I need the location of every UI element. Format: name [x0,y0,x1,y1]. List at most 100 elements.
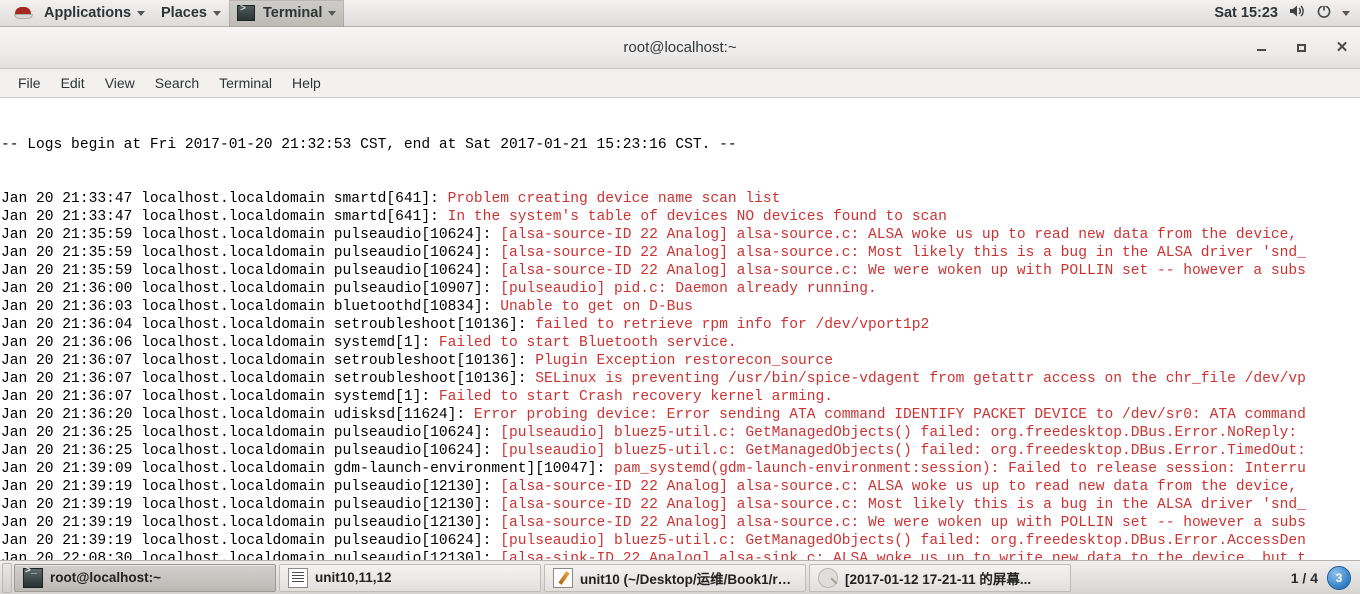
chevron-down-icon[interactable] [1342,10,1350,16]
menu-edit[interactable]: Edit [51,72,95,94]
window-titlebar[interactable]: root@localhost:~ ✕ [0,27,1360,69]
terminal-output[interactable]: -- Logs begin at Fri 2017-01-20 21:32:53… [0,98,1360,561]
taskbar-item-unit10-book[interactable]: unit10 (~/Desktop/运维/Book1/rh... [544,563,806,592]
menu-terminal[interactable]: Terminal [209,72,282,94]
window-title: root@localhost:~ [623,39,737,56]
log-line-prefix: Jan 20 21:36:25 localhost.localdomain pu… [1,443,501,459]
panel-status-area: Sat 15:23 [1214,3,1360,23]
log-line: Jan 20 21:39:09 localhost.localdomain gd… [1,460,1360,478]
workspace-switcher-badge[interactable]: 3 [1328,566,1350,589]
log-line: Jan 20 21:36:07 localhost.localdomain se… [1,352,1360,370]
log-line: Jan 20 21:36:07 localhost.localdomain sy… [1,388,1360,406]
log-line-message: SELinux is preventing /usr/bin/spice-vda… [535,371,1306,387]
taskbar-item-label: [2017-01-12 17-21-11 的屏幕... [845,571,1032,587]
chevron-down-icon [328,10,337,16]
log-line: Jan 20 21:36:25 localhost.localdomain pu… [1,442,1360,460]
log-line-prefix: Jan 20 21:39:19 localhost.localdomain pu… [1,479,501,495]
taskbar-item-unit10-11-12[interactable]: unit10,11,12 [279,563,541,592]
log-line-message: Error probing device: Error sending ATA … [473,407,1306,423]
log-line: Jan 20 21:33:47 localhost.localdomain sm… [1,208,1360,226]
log-line-prefix: Jan 20 21:35:59 localhost.localdomain pu… [1,245,501,261]
log-line-message: [pulseaudio] bluez5-util.c: GetManagedOb… [500,443,1306,459]
log-line-prefix: Jan 20 21:39:19 localhost.localdomain pu… [1,497,501,513]
log-line-message: [alsa-source-ID 22 Analog] alsa-source.c… [500,497,1306,513]
terminal-icon [23,566,43,588]
taskbar: root@localhost:~ unit10,11,12 unit10 (~/… [0,560,1360,594]
log-line: Jan 20 21:36:07 localhost.localdomain se… [1,370,1360,388]
log-line: Jan 20 21:36:04 localhost.localdomain se… [1,316,1360,334]
log-line: Jan 20 21:39:19 localhost.localdomain pu… [1,478,1360,496]
show-desktop-handle[interactable] [2,562,12,593]
log-line-message: In the system's table of devices NO devi… [447,209,947,225]
log-line: Jan 20 21:36:03 localhost.localdomain bl… [1,298,1360,316]
log-line-prefix: Jan 20 21:36:07 localhost.localdomain sy… [1,389,439,405]
places-menu[interactable]: Places [153,0,229,27]
close-button[interactable]: ✕ [1334,39,1350,56]
places-menu-label: Places [161,5,207,21]
log-line-prefix: Jan 20 21:36:07 localhost.localdomain se… [1,353,536,369]
minimize-button[interactable] [1254,40,1270,56]
log-line-prefix: Jan 20 21:35:59 localhost.localdomain pu… [1,263,501,279]
log-line: Jan 20 21:36:20 localhost.localdomain ud… [1,406,1360,424]
log-line-prefix: Jan 20 21:36:07 localhost.localdomain se… [1,371,536,387]
log-line-message: [alsa-source-ID 22 Analog] alsa-source.c… [500,263,1306,279]
taskbar-item-terminal[interactable]: root@localhost:~ [14,563,276,592]
taskbar-item-screenshot[interactable]: [2017-01-12 17-21-11 的屏幕... [809,563,1071,592]
log-line-prefix: Jan 20 21:33:47 localhost.localdomain sm… [1,191,448,207]
power-icon[interactable] [1316,3,1332,23]
image-viewer-icon [818,567,838,588]
log-line-list: Jan 20 21:33:47 localhost.localdomain sm… [1,190,1360,561]
log-line-message: pam_systemd(gdm-launch-environment:sessi… [614,461,1306,477]
log-line: Jan 20 21:36:06 localhost.localdomain sy… [1,334,1360,352]
log-line-prefix: Jan 20 21:36:25 localhost.localdomain pu… [1,425,501,441]
log-line-prefix: Jan 20 21:36:00 localhost.localdomain pu… [1,281,501,297]
text-editor-icon [553,567,573,588]
menubar: File Edit View Search Terminal Help [0,69,1360,98]
log-line: Jan 20 21:35:59 localhost.localdomain pu… [1,244,1360,262]
log-line-message: [pulseaudio] bluez5-util.c: GetManagedOb… [500,533,1306,549]
log-line-message: Unable to get on D-Bus [500,299,693,315]
redhat-logo-icon [14,5,34,21]
log-line-message: failed to retrieve rpm info for /dev/vpo… [535,317,930,333]
menu-help[interactable]: Help [282,72,331,94]
menu-view[interactable]: View [95,72,145,94]
terminal-app-menu[interactable]: Terminal [228,0,345,27]
workspace-indicator[interactable]: 1 / 4 [1291,570,1318,586]
log-line: Jan 20 21:35:59 localhost.localdomain pu… [1,262,1360,280]
log-line-message: Failed to start Crash recovery kernel ar… [438,389,833,405]
taskbar-item-label: root@localhost:~ [50,570,162,585]
maximize-button[interactable] [1294,40,1310,56]
log-line-prefix: Jan 20 21:36:06 localhost.localdomain sy… [1,335,439,351]
taskbar-item-label: unit10,11,12 [315,570,392,585]
log-line-message: [alsa-source-ID 22 Analog] alsa-source.c… [500,479,1298,495]
log-line-message: [pulseaudio] pid.c: Daemon already runni… [500,281,877,297]
log-line-prefix: Jan 20 21:36:20 localhost.localdomain ud… [1,407,474,423]
log-line-message: [pulseaudio] bluez5-util.c: GetManagedOb… [500,425,1298,441]
speaker-icon[interactable] [1288,3,1306,23]
chevron-down-icon [137,10,146,16]
menu-file[interactable]: File [8,72,51,94]
log-line-prefix: Jan 20 21:35:59 localhost.localdomain pu… [1,227,501,243]
log-line: Jan 20 21:36:25 localhost.localdomain pu… [1,424,1360,442]
log-line-prefix: Jan 20 21:33:47 localhost.localdomain sm… [1,209,448,225]
applications-menu[interactable]: Applications [0,0,153,27]
terminal-window: root@localhost:~ ✕ File Edit View Search… [0,27,1360,561]
log-line-message: [alsa-source-ID 22 Analog] alsa-source.c… [500,227,1298,243]
clock[interactable]: Sat 15:23 [1214,5,1278,21]
log-line: Jan 20 21:39:19 localhost.localdomain pu… [1,496,1360,514]
document-icon [288,567,308,588]
taskbar-status-area: 1 / 4 3 [1291,566,1358,589]
window-controls: ✕ [1254,27,1350,68]
log-line-message: Plugin Exception restorecon_source [535,353,833,369]
log-line-prefix: Jan 20 21:36:04 localhost.localdomain se… [1,317,536,333]
log-header-line: -- Logs begin at Fri 2017-01-20 21:32:53… [1,137,737,153]
taskbar-item-label: unit10 (~/Desktop/运维/Book1/rh... [580,571,797,587]
log-line: Jan 20 21:33:47 localhost.localdomain sm… [1,190,1360,208]
applications-menu-label: Applications [44,5,132,21]
log-line-prefix: Jan 20 21:39:19 localhost.localdomain pu… [1,515,501,531]
chevron-down-icon [212,10,221,16]
log-line: Jan 20 21:39:19 localhost.localdomain pu… [1,532,1360,550]
menu-search[interactable]: Search [145,72,209,94]
log-line-prefix: Jan 20 21:39:19 localhost.localdomain pu… [1,533,501,549]
terminal-icon [236,4,255,21]
